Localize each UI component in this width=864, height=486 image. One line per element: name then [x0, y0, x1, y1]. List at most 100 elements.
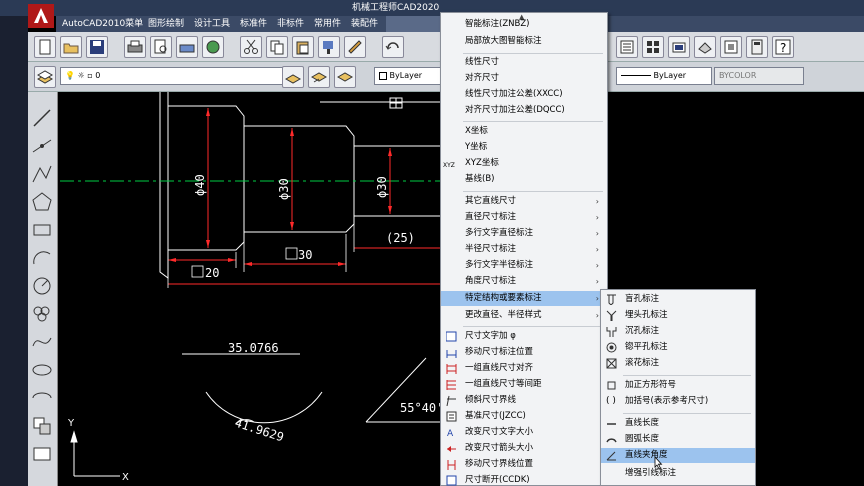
circle-icon[interactable]	[30, 274, 54, 298]
markup-button[interactable]	[720, 36, 742, 58]
menu-common-parts[interactable]: 常用件	[314, 18, 341, 30]
copy-button[interactable]	[266, 36, 288, 58]
layer-state-button[interactable]	[334, 66, 356, 88]
submenu-item-counterbore[interactable]: 沉孔标注	[601, 324, 755, 339]
ellipse-icon[interactable]	[30, 358, 54, 382]
menu-nonstandard-parts[interactable]: 非标件	[277, 18, 304, 30]
menu-item-angular[interactable]: 角度尺寸标注 ›	[441, 274, 607, 289]
linetype-dropdown[interactable]: ByLayer	[616, 67, 712, 85]
menu-item-smart-dim[interactable]: 智能标注(ZNBZ)	[441, 17, 607, 32]
menu-item-radius[interactable]: 半径尺寸标注 ›	[441, 242, 607, 257]
dim-text-phi30-a: ϕ30	[277, 178, 291, 200]
open-file-button[interactable]	[60, 36, 82, 58]
sheet-set-button[interactable]	[694, 36, 716, 58]
submenu-item-spotface[interactable]: 锪平孔标注	[601, 340, 755, 355]
menu-item-text-size[interactable]: A 改变尺寸文字大小	[441, 425, 607, 440]
quickcalc-button[interactable]	[746, 36, 768, 58]
submenu-arrow-icon: ›	[595, 245, 599, 254]
menu-item-space-dims[interactable]: 一组直线尺寸等间距	[441, 377, 607, 392]
print-preview-button[interactable]	[150, 36, 172, 58]
cut-button[interactable]	[240, 36, 262, 58]
menu-item-x-coord[interactable]: X坐标	[441, 124, 607, 139]
menu-item-move-ext[interactable]: 移动尺寸界线位置	[441, 457, 607, 472]
paste-button[interactable]	[292, 36, 314, 58]
autocad-window: 机械工程师CAD2020 AutoCAD2010菜单 图形绘制 设计工具 标准件…	[0, 0, 864, 486]
make-block-icon[interactable]	[30, 442, 54, 466]
tool-palette-button[interactable]	[668, 36, 690, 58]
submenu-item-line-length[interactable]: 直线长度	[601, 416, 755, 431]
menu-item-align-dims[interactable]: 一组直线尺寸对齐	[441, 361, 607, 376]
layer-previous-button[interactable]	[308, 66, 330, 88]
polyline-icon[interactable]	[30, 162, 54, 186]
menu-item-add-phi[interactable]: 尺寸文字加 φ	[441, 329, 607, 344]
submenu-item-arc-length[interactable]: 圆弧长度	[601, 432, 755, 447]
properties-button[interactable]	[616, 36, 638, 58]
extension-lines	[167, 218, 355, 288]
separator	[623, 413, 751, 414]
submenu-arrow-icon: ›	[595, 213, 599, 222]
dim-text-25: (25)	[386, 231, 415, 245]
save-button[interactable]	[86, 36, 108, 58]
menu-assembly-parts[interactable]: 装配件	[351, 18, 378, 30]
menu-autocad2010[interactable]: AutoCAD2010菜单	[62, 18, 143, 30]
arc-icon[interactable]	[30, 246, 54, 270]
make-current-layer-button[interactable]	[282, 66, 304, 88]
dim-text-angle: 55°40'	[400, 401, 443, 415]
menu-item-detail-smart-dim[interactable]: 局部放大图智能标注	[441, 34, 607, 49]
menu-item-mtext-diameter[interactable]: 多行文字直径标注 ›	[441, 226, 607, 241]
menu-item-y-coord[interactable]: Y坐标	[441, 140, 607, 155]
menu-item-change-style[interactable]: 更改直径、半径样式 ›	[441, 308, 607, 323]
layer-dropdown[interactable]: 💡 ☼ ▫ 0	[60, 67, 286, 85]
layer-properties-button[interactable]	[34, 66, 56, 88]
menu-dimension-active	[386, 16, 440, 32]
menu-item-aligned-tol[interactable]: 对齐尺寸加注公差(DQCC)	[441, 103, 607, 118]
menu-item-datum-dim[interactable]: 基准尺寸(JZCC)	[441, 409, 607, 424]
submenu-item-blind-hole[interactable]: 盲孔标注	[601, 292, 755, 307]
submenu-item-square-symbol[interactable]: 加正方形符号	[601, 378, 755, 393]
dim-text-41-9629: 41.9629	[233, 416, 285, 445]
menu-standard-parts[interactable]: 标准件	[240, 18, 267, 30]
menu-item-linear[interactable]: 线性尺寸	[441, 55, 607, 70]
menu-draw[interactable]: 图形绘制	[148, 18, 184, 30]
print-button[interactable]	[124, 36, 146, 58]
polygon-icon[interactable]	[30, 190, 54, 214]
submenu-item-brackets[interactable]: ( ) 加括号(表示参考尺寸)	[601, 394, 755, 409]
menu-item-xyz-coord[interactable]: XYZ XYZ坐标	[441, 156, 607, 171]
submenu-item-enhanced-leader[interactable]: 增强引线标注	[601, 466, 755, 481]
menu-item-other-linear[interactable]: 其它直线尺寸 ›	[441, 194, 607, 209]
submenu-item-countersink[interactable]: 埋头孔标注	[601, 308, 755, 323]
match-properties-button[interactable]	[318, 36, 340, 58]
undo-button[interactable]	[382, 36, 404, 58]
publish-button[interactable]	[176, 36, 198, 58]
dim-text-30: 30	[298, 248, 312, 262]
spline-icon[interactable]	[30, 330, 54, 354]
app-logo-icon[interactable]	[28, 4, 54, 28]
submenu-item-knurl[interactable]: 滚花标注	[601, 356, 755, 371]
menu-item-aligned[interactable]: 对齐尺寸	[441, 71, 607, 86]
menu-item-feature-dim[interactable]: 特定结构或要素标注 ›	[441, 291, 607, 306]
menu-design-tools[interactable]: 设计工具	[194, 18, 230, 30]
ellipse-arc-icon[interactable]	[30, 386, 54, 410]
menu-item-break-dim[interactable]: 尺寸断开(CCDK)	[441, 473, 607, 486]
help-button[interactable]: ?	[772, 36, 794, 58]
submenu-item-line-angle[interactable]: 直线夹角度	[601, 448, 755, 463]
menu-item-baseline[interactable]: 基线(B)	[441, 172, 607, 187]
menu-item-mtext-radius[interactable]: 多行文字半径标注 ›	[441, 258, 607, 273]
plotstyle-dropdown[interactable]: BYCOLOR	[714, 67, 804, 85]
3d-publish-button[interactable]	[202, 36, 224, 58]
menu-item-oblique[interactable]: 倾斜尺寸界线	[441, 393, 607, 408]
menu-item-diameter[interactable]: 直径尺寸标注 ›	[441, 210, 607, 225]
revcloud-icon[interactable]	[30, 302, 54, 326]
design-center-button[interactable]	[642, 36, 664, 58]
new-file-button[interactable]	[34, 36, 56, 58]
menu-item-move-dim[interactable]: 移动尺寸标注位置	[441, 345, 607, 360]
block-editor-button[interactable]	[344, 36, 366, 58]
insert-block-icon[interactable]	[30, 414, 54, 438]
svg-text:?: ?	[780, 41, 786, 55]
rectangle-icon[interactable]	[30, 218, 54, 242]
construction-line-icon[interactable]	[30, 134, 54, 158]
submenu-arrow-icon: ›	[595, 311, 599, 320]
line-icon[interactable]	[30, 106, 54, 130]
menu-item-linear-tol[interactable]: 线性尺寸加注公差(XXCC)	[441, 87, 607, 102]
menu-item-arrow-size[interactable]: 改变尺寸箭头大小	[441, 441, 607, 456]
